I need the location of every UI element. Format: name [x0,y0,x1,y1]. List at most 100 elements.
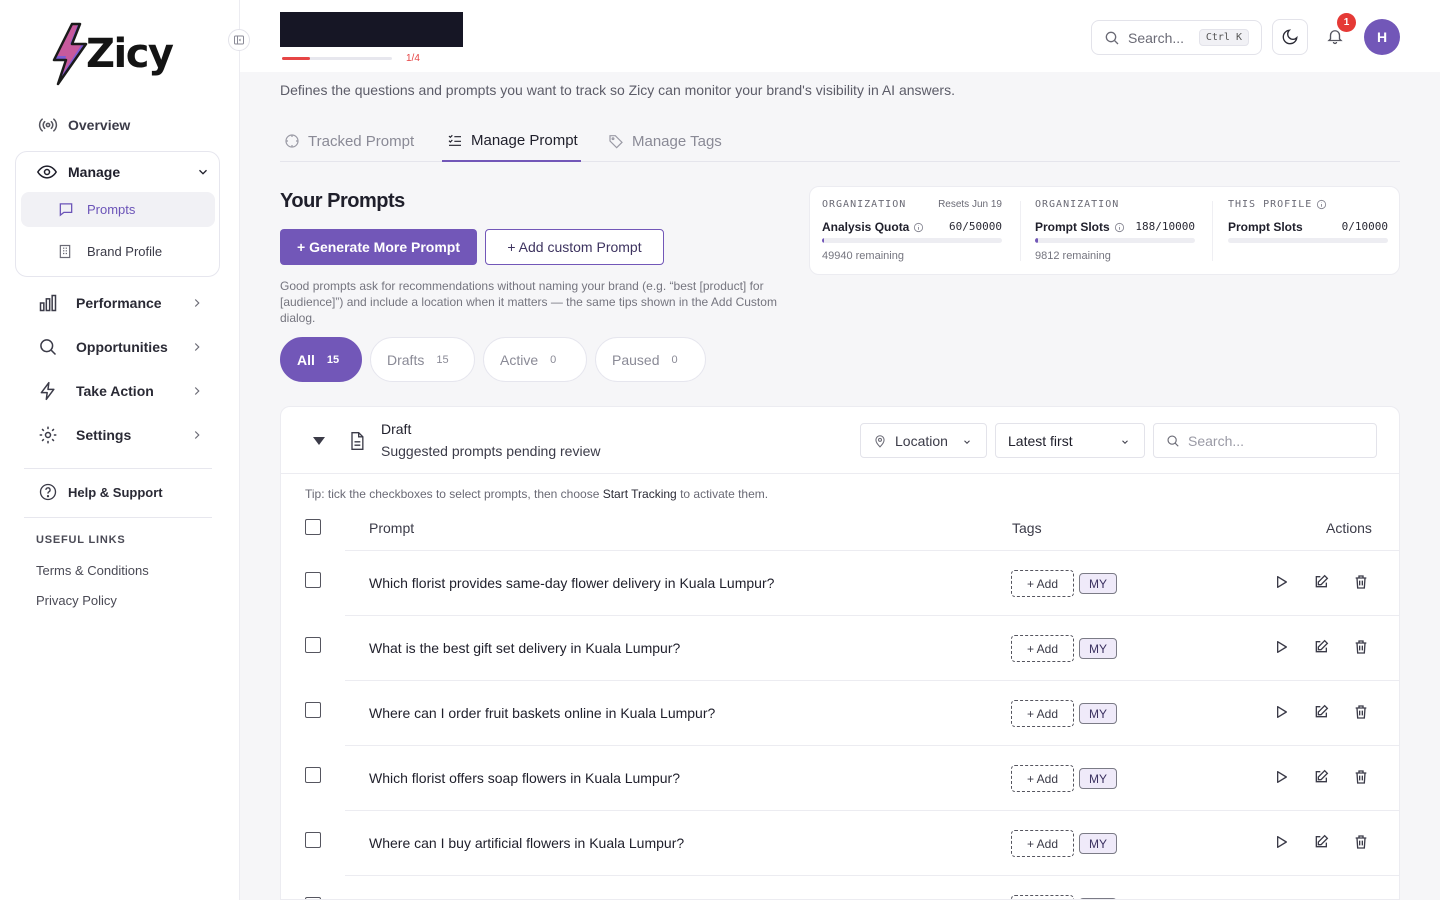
collapse-caret-icon[interactable] [313,437,325,445]
chevron-down-icon [962,437,972,447]
sidebar-item-take-action[interactable]: Take Action [24,373,214,409]
sort-select[interactable]: Latest first [995,423,1145,458]
sidebar-item-label: Settings [76,427,132,443]
column-header-actions: Actions [1326,520,1372,536]
top-bar: 1/4 Search... Ctrl K 1 H [240,0,1440,72]
info-icon[interactable] [1316,199,1327,210]
add-tag-button[interactable]: + Add [1011,635,1074,662]
search-icon [36,337,60,357]
sidebar-item-brand-profile[interactable]: Brand Profile [21,234,215,269]
generate-more-prompt-button[interactable]: + Generate More Prompt [280,229,477,265]
add-custom-prompt-button[interactable]: + Add custom Prompt [485,229,664,265]
tag-badge[interactable]: MY [1079,573,1117,594]
start-tracking-button[interactable] [1273,639,1289,655]
edit-button[interactable] [1313,704,1329,720]
document-icon [347,430,367,452]
add-tag-button[interactable]: + Add [1011,570,1074,597]
tag-badge[interactable]: MY [1079,703,1117,724]
onboarding-progress-bar [282,57,392,60]
table-row: Which florist provides same-day flower d… [345,550,1399,615]
sidebar-item-overview[interactable]: Overview [24,107,214,143]
row-checkbox[interactable] [305,572,321,588]
info-icon[interactable] [1114,222,1125,233]
delete-button[interactable] [1353,834,1369,850]
add-tag-button[interactable]: + Add [1011,700,1074,727]
start-tracking-button[interactable] [1273,769,1289,785]
tag-badge[interactable]: MY [1079,768,1117,789]
chevron-right-icon [190,384,204,398]
tag-badge[interactable]: MY [1079,638,1117,659]
tag-badge[interactable]: MY [1079,833,1117,854]
tab-tracked-prompt[interactable]: Tracked Prompt [284,120,414,162]
sidebar-item-performance[interactable]: Performance [24,285,214,321]
row-checkbox[interactable] [305,832,321,848]
edit-button[interactable] [1313,834,1329,850]
page-description: Defines the questions and prompts you wa… [280,82,955,98]
quota-label-text: Analysis Quota [822,220,910,234]
tab-manage-tags[interactable]: Manage Tags [608,120,722,162]
filter-count: 15 [436,353,449,366]
quota-separator [1212,201,1213,261]
delete-button[interactable] [1353,639,1369,655]
start-tracking-button[interactable] [1273,834,1289,850]
terms-link[interactable]: Terms & Conditions [36,563,149,578]
chevron-right-icon [190,428,204,442]
quota-label: Prompt Slots [1035,220,1125,234]
notification-count-badge: 1 [1337,13,1356,32]
edit-button[interactable] [1313,769,1329,785]
filter-paused[interactable]: Paused 0 [595,337,706,382]
filter-active[interactable]: Active 0 [483,337,587,382]
global-search-input[interactable]: Search... Ctrl K [1091,20,1262,55]
delete-button[interactable] [1353,769,1369,785]
section-title: Your Prompts [280,190,405,212]
sidebar-item-opportunities[interactable]: Opportunities [24,329,214,365]
search-icon [1104,30,1120,46]
start-tracking-button[interactable] [1273,704,1289,720]
building-icon [57,243,73,260]
quota-bar [1035,238,1195,243]
filter-drafts[interactable]: Drafts 15 [370,337,475,382]
table-row: Where can I buy artificial flowers in Ku… [345,810,1399,875]
draft-search-input[interactable] [1188,432,1368,449]
select-all-checkbox[interactable] [305,519,321,535]
sidebar-item-manage[interactable]: Manage [36,162,211,182]
theme-toggle-button[interactable] [1272,19,1308,55]
delete-button[interactable] [1353,704,1369,720]
row-checkbox[interactable] [305,637,321,653]
tab-manage-prompt[interactable]: Manage Prompt [442,120,581,162]
info-icon[interactable] [913,222,924,233]
collapse-sidebar-button[interactable] [228,29,250,51]
trash-icon [1353,834,1369,850]
edit-button[interactable] [1313,639,1329,655]
add-tag-button[interactable]: + Add [1011,830,1074,857]
filter-all[interactable]: All 15 [280,337,362,382]
delete-button[interactable] [1353,574,1369,590]
quota-value: 0/10000 [1341,220,1388,233]
add-tag-button[interactable]: + Add [1011,765,1074,792]
search-placeholder: Search... [1128,29,1185,46]
start-tracking-button[interactable] [1273,574,1289,590]
row-checkbox[interactable] [305,767,321,783]
filter-label: All [297,351,315,368]
add-tag-button[interactable]: + Add [1011,895,1074,899]
bar-chart-icon [36,293,60,313]
play-icon [1273,639,1289,655]
quota-label: Prompt Slots [1228,220,1303,234]
zicy-logo[interactable]: Zicy [50,22,174,86]
row-checkbox[interactable] [305,702,321,718]
draft-search-field[interactable] [1153,423,1377,458]
filter-label: Paused [612,351,660,368]
sidebar-item-label: Brand Profile [87,244,163,259]
sidebar-item-prompts[interactable]: Prompts [21,192,215,227]
sidebar-item-settings[interactable]: Settings [24,417,214,453]
sidebar-item-help[interactable]: Help & Support [24,474,214,510]
privacy-link[interactable]: Privacy Policy [36,593,117,608]
quota-value: 188/10000 [1135,220,1195,233]
edit-button[interactable] [1313,574,1329,590]
draft-panel: Draft Suggested prompts pending review L… [280,406,1400,900]
prompt-slots-org: ORGANIZATION Prompt Slots 188/10000 9812… [1035,199,1195,262]
user-avatar[interactable]: H [1364,19,1400,55]
quota-remaining: 9812 remaining [1035,250,1111,262]
location-filter-select[interactable]: Location [860,423,987,458]
help-circle-icon [36,482,60,502]
